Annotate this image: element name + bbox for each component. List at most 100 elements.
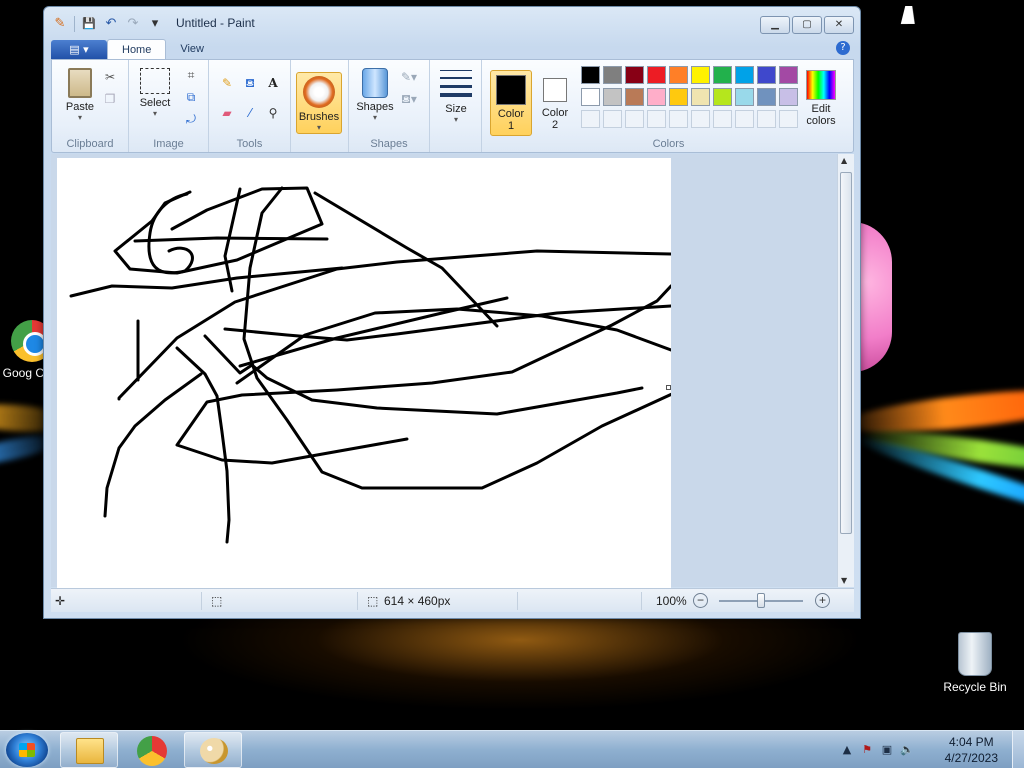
fill-shape-icon[interactable]: ⛾▾: [399, 90, 419, 108]
color2-swatch: [543, 78, 567, 102]
taskbar-explorer[interactable]: [60, 732, 118, 768]
select-button[interactable]: Select ▾: [133, 68, 177, 118]
eraser-icon[interactable]: ▰: [217, 104, 237, 122]
pencil-icon[interactable]: ✎: [217, 74, 237, 92]
network-icon[interactable]: ▣: [880, 743, 894, 757]
palette-swatch[interactable]: [735, 88, 754, 106]
tab-home[interactable]: Home: [107, 39, 167, 60]
palette-swatch[interactable]: [603, 88, 622, 106]
drawing-stroke: [147, 192, 194, 275]
palette-swatch[interactable]: [713, 66, 732, 84]
zoom-slider-thumb[interactable]: [757, 593, 765, 608]
drawing-canvas[interactable]: [57, 158, 671, 589]
show-desktop-button[interactable]: [1012, 731, 1024, 768]
resize-icon[interactable]: ⧉: [181, 88, 201, 106]
custom-color-slot[interactable]: [625, 110, 644, 128]
ribbon-home: Paste ▾ ✂ ❐ Clipboard Select ▾ ⌗ ⧉ ⤾ Ima…: [51, 59, 854, 153]
cut-icon[interactable]: ✂: [100, 68, 120, 86]
color1-button[interactable]: Color 1: [490, 70, 532, 136]
palette-swatch[interactable]: [757, 88, 776, 106]
scroll-down-icon[interactable]: ▼: [841, 576, 847, 585]
undo-icon[interactable]: ↶: [103, 16, 119, 32]
clipboard-icon: [68, 68, 92, 98]
paint-window: ✎ 💾 ↶ ↷ ▾ Untitled - Paint ▁ ▢ ✕ ▤ ▾ Hom…: [43, 6, 861, 619]
paste-button[interactable]: Paste ▾: [58, 68, 102, 122]
size-button[interactable]: Size ▾: [434, 70, 478, 124]
palette-swatch[interactable]: [581, 88, 600, 106]
crop-icon[interactable]: ⌗: [181, 66, 201, 84]
custom-color-slot[interactable]: [757, 110, 776, 128]
scroll-up-icon[interactable]: ▲: [841, 156, 847, 165]
palette-swatch[interactable]: [713, 88, 732, 106]
color-picker-icon[interactable]: ⁄: [240, 104, 260, 122]
brushes-button[interactable]: Brushes ▾: [296, 72, 342, 134]
palette-swatch[interactable]: [757, 66, 776, 84]
resize-handle[interactable]: [666, 385, 671, 390]
palette-swatch[interactable]: [647, 88, 666, 106]
clock-time: 4:04 PM: [948, 735, 994, 749]
minimize-button[interactable]: ▁: [760, 16, 790, 34]
color2-number: 2: [551, 119, 559, 131]
outline-icon[interactable]: ✎▾: [399, 68, 419, 86]
palette-swatch[interactable]: [647, 66, 666, 84]
taskbar-chrome[interactable]: [122, 732, 180, 768]
help-icon[interactable]: ?: [836, 41, 850, 55]
palette-swatch[interactable]: [735, 66, 754, 84]
magnifier-icon[interactable]: ⚲: [263, 104, 283, 122]
custom-color-slot[interactable]: [779, 110, 798, 128]
zoom-in-button[interactable]: +: [815, 593, 830, 608]
palette-swatch[interactable]: [669, 66, 688, 84]
taskbar-paint[interactable]: [184, 732, 242, 768]
brushes-label: Brushes: [298, 111, 340, 123]
paint-app-icon[interactable]: ✎: [52, 16, 68, 32]
explorer-icon: [76, 738, 104, 764]
custom-color-slot[interactable]: [647, 110, 666, 128]
palette-swatch[interactable]: [691, 88, 710, 106]
qat-separator: [74, 16, 75, 32]
zoom-out-button[interactable]: −: [693, 593, 708, 608]
edit-colors-label: colors: [806, 115, 836, 127]
palette-swatch[interactable]: [669, 88, 688, 106]
color2-button[interactable]: Color 2: [534, 70, 576, 136]
status-divider: [641, 592, 642, 610]
desktop-icon-recycle-bin[interactable]: Recycle Bin: [937, 632, 1013, 694]
vertical-scrollbar[interactable]: ▲ ▼: [837, 154, 854, 587]
paint-menu-button[interactable]: ▤ ▾: [51, 40, 107, 60]
palette-swatch[interactable]: [779, 88, 798, 106]
edit-colors-button[interactable]: Edit colors: [798, 70, 844, 127]
maximize-button[interactable]: ▢: [792, 16, 822, 34]
palette-swatch[interactable]: [581, 66, 600, 84]
palette-swatch[interactable]: [603, 66, 622, 84]
tab-view[interactable]: View: [166, 39, 218, 60]
rotate-icon[interactable]: ⤾: [181, 110, 201, 128]
status-divider: [357, 592, 358, 610]
palette-swatch[interactable]: [625, 66, 644, 84]
start-button[interactable]: [6, 733, 48, 767]
palette-swatch[interactable]: [691, 66, 710, 84]
close-button[interactable]: ✕: [824, 16, 854, 34]
save-icon[interactable]: 💾: [81, 16, 97, 32]
redo-icon[interactable]: ↷: [125, 16, 141, 32]
palette-swatch[interactable]: [779, 66, 798, 84]
custom-color-slot[interactable]: [603, 110, 622, 128]
chrome-icon: [137, 736, 167, 766]
color1-label: Color: [497, 108, 525, 120]
text-icon[interactable]: A: [263, 74, 283, 92]
tray-clock[interactable]: 4:04 PM 4/27/2023: [945, 734, 998, 766]
custom-color-slot[interactable]: [691, 110, 710, 128]
custom-color-slot[interactable]: [713, 110, 732, 128]
action-center-icon[interactable]: ⚑: [860, 743, 874, 757]
custom-color-slot[interactable]: [669, 110, 688, 128]
line-size-icon: [440, 70, 472, 100]
copy-icon[interactable]: ❐: [100, 90, 120, 108]
custom-color-slot[interactable]: [581, 110, 600, 128]
fill-icon[interactable]: ⛾: [240, 74, 260, 92]
title-bar[interactable]: ✎ 💾 ↶ ↷ ▾ Untitled - Paint ▁ ▢ ✕: [44, 7, 860, 37]
show-hidden-icons-icon[interactable]: ▲: [840, 743, 854, 757]
custom-color-slot[interactable]: [735, 110, 754, 128]
customize-qat-icon[interactable]: ▾: [147, 16, 163, 32]
scroll-thumb[interactable]: [840, 172, 852, 534]
shapes-button[interactable]: Shapes ▾: [353, 68, 397, 122]
volume-icon[interactable]: 🔈: [900, 743, 914, 757]
palette-swatch[interactable]: [625, 88, 644, 106]
